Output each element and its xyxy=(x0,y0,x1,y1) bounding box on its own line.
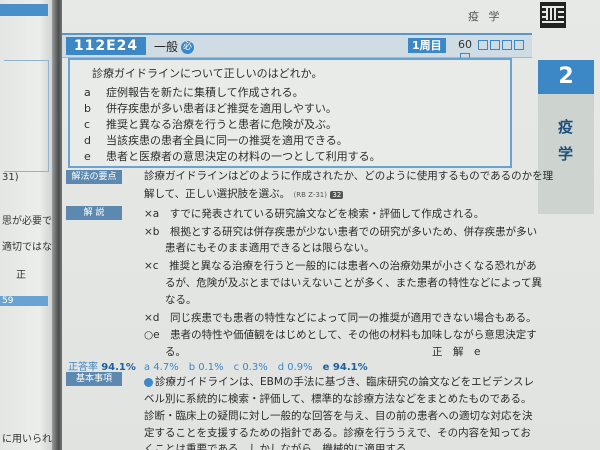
choice-e: e 患者と医療者の意思決定の材料の一つとして利用する。 xyxy=(84,150,381,163)
basic-line: 診断・臨床上の疑問に対し一般的な回答を与え、目の前の患者への適切な対応を決 xyxy=(144,410,533,422)
chapter-tab-label: 疫学 xyxy=(558,116,573,164)
choice-d: d 当該疾患の患者全員に同一の推奨を適用できる。 xyxy=(84,134,348,147)
key-point-line: 解して、正しい選択肢を選ぶ。 (RB Z-31) 32 xyxy=(144,188,344,200)
question-category: 一般必 xyxy=(154,40,195,54)
attempt-tag: 1周目 xyxy=(408,38,446,53)
left-page-text: 59 xyxy=(2,296,14,306)
left-page-text: 思が必要で xyxy=(2,216,52,227)
explanation-label: 解 説 xyxy=(66,206,122,220)
subject-header: 疫 学 xyxy=(468,10,503,23)
qr-code-icon xyxy=(540,2,566,28)
choice-rates: a 4.7% b 0.1% c 0.3% d 0.9% e 94.1% xyxy=(144,362,368,373)
choice-a: a 症例報告を新たに集積して作成される。 xyxy=(84,86,304,99)
chapter-tab-char: 学 xyxy=(558,145,574,163)
left-page-text: に用いられ xyxy=(2,434,52,445)
explanation-line: ×c 推奨と異なる治療を行うと一般的には患者への治療効果が小さくなる恐れがあ xyxy=(144,260,537,272)
bullet-icon xyxy=(144,377,153,387)
explanation-line: なる。 xyxy=(144,294,197,306)
explanation-line: ×a すでに発表されている研究論文などを検索・評価して作成される。 xyxy=(144,208,485,220)
question-stem: 診療ガイドラインについて正しいのはどれか。 xyxy=(92,67,323,80)
basic-line: 定することを支援するための指針である。診療を行ううえで、その内容を知ってお xyxy=(144,427,531,439)
question-header-bar: 112E24 一般必 1周目 60 xyxy=(62,33,532,63)
left-page: 31) 思が必要で 適切ではな 正 59 に用いられ xyxy=(0,0,56,450)
explanation-line: ×d 同じ疾患でも患者の特性などによって同一の推奨が適用できない場合もある。 xyxy=(144,312,537,324)
correct-answer: 正 解 e xyxy=(432,346,481,358)
chapter-tab: 疫学 xyxy=(538,94,594,214)
basic-items-label: 基本事項 xyxy=(66,372,122,386)
explanation-line: 患者にもそのまま適用できるとは限らない。 xyxy=(144,242,375,254)
choice-c: c 推奨と異なる治療を行うと患者に危険が及ぶ。 xyxy=(84,118,337,131)
left-page-text: 適切ではな xyxy=(2,242,52,253)
basic-line: くことは重要である。しかしながら、機械的に適用する xyxy=(144,443,407,450)
key-point-line: 診療ガイドラインはどのように作成されたか、どのように使用するものであるのかを理 xyxy=(144,170,554,182)
basic-line: ベル別に系統的に検索・評価して、標準的な診療方法などをまとめたものである。 xyxy=(144,393,532,405)
right-page: 疫 学 112E24 一般必 1周目 60 2 疫学 診療ガイドラインについて正… xyxy=(62,0,600,450)
left-page-bar xyxy=(0,4,48,16)
question-id: 112E24 xyxy=(66,37,146,55)
explanation-line: ×b 根拠とする研究は併存疾患が少ない患者での研究が多いため、併存疾患が多い xyxy=(144,226,538,238)
chapter-tab-number: 2 xyxy=(538,60,594,94)
explanation-line: ○e 患者の特性や価値観をはじめとして、その他の材料も加味しながら意思決定す xyxy=(144,329,537,341)
choice-b: b 併存疾患が多い患者ほど推奨を適用しやすい。 xyxy=(84,102,337,115)
left-page-frame xyxy=(4,60,49,172)
left-page-text: 31) xyxy=(2,172,19,183)
correct-rate: 正答率 94.1% xyxy=(68,362,136,373)
left-page-text: 正 xyxy=(16,270,26,281)
chapter-tab-char: 疫 xyxy=(558,118,574,136)
key-point-label: 解法の要点 xyxy=(66,170,122,184)
explanation-line: るが、危険が及ぶとまではいえないことが多く、また患者の特性などによって異 xyxy=(144,277,542,289)
question-box: 診療ガイドラインについて正しいのはどれか。 a 症例報告を新たに集積して作成される… xyxy=(68,58,512,168)
explanation-line: る。 xyxy=(144,346,186,358)
required-mark-icon: 必 xyxy=(181,41,195,54)
basic-line: 診療ガイドラインは、EBMの手法に基づき、臨床研究の論文などをエビデンスレ xyxy=(144,374,534,389)
